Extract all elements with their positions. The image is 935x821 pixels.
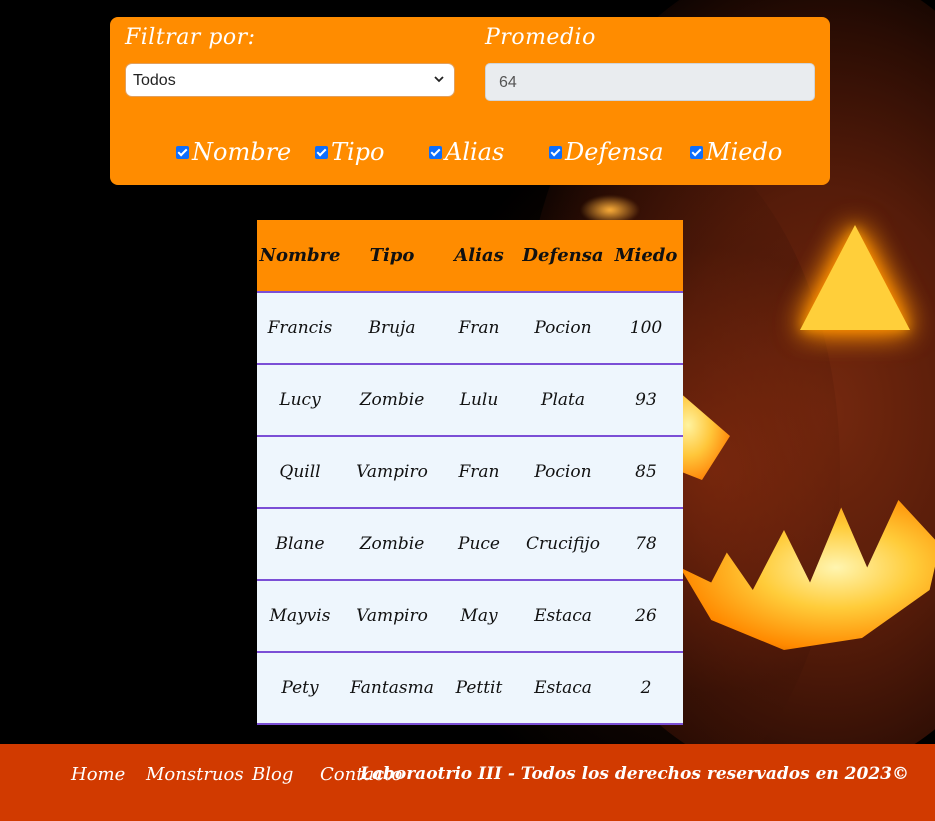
toggle-nombre[interactable]: Nombre [176, 135, 291, 169]
cell-alias: Pettit [441, 652, 517, 725]
cell-defensa: Estaca [517, 580, 609, 653]
cell-miedo: 100 [609, 292, 683, 365]
cell-defensa: Estaca [517, 652, 609, 725]
average-label: Promedio [485, 25, 596, 50]
cell-nombre: Mayvis [257, 580, 343, 653]
footer: Home Monstruos Blog Contacto Laboraotrio… [0, 744, 935, 821]
header-miedo: Miedo [609, 220, 683, 293]
cell-nombre: Blane [257, 508, 343, 581]
cell-defensa: Pocion [517, 436, 609, 509]
cell-tipo: Zombie [343, 508, 441, 581]
footer-link-blog[interactable]: Blog [252, 764, 293, 785]
cell-miedo: 78 [609, 508, 683, 581]
toggle-miedo[interactable]: Miedo [690, 135, 782, 169]
checkbox-tipo[interactable] [315, 145, 328, 159]
cell-miedo: 26 [609, 580, 683, 653]
cell-miedo: 93 [609, 364, 683, 437]
filter-label: Filtrar por: [125, 25, 256, 50]
toggle-alias[interactable]: Alias [429, 135, 504, 169]
cell-tipo: Vampiro [343, 436, 441, 509]
toggle-defensa[interactable]: Defensa [549, 135, 664, 169]
average-value: 64 [499, 74, 517, 91]
pumpkin-right-eye [800, 225, 910, 330]
header-alias: Alias [441, 220, 517, 293]
cell-alias: Fran [441, 292, 517, 365]
cell-alias: May [441, 580, 517, 653]
footer-copyright: Laboraotrio III - Todos los derechos res… [360, 764, 909, 784]
checkbox-nombre[interactable] [176, 145, 189, 159]
checkbox-defensa[interactable] [549, 145, 562, 159]
toggle-miedo-label: Miedo [706, 138, 783, 166]
cell-defensa: Pocion [517, 292, 609, 365]
cell-tipo: Fantasma [343, 652, 441, 725]
filter-select-value: Todos [133, 72, 176, 89]
table-row: Quill Vampiro Fran Pocion 85 [257, 436, 683, 509]
average-field[interactable]: 64 [485, 63, 815, 101]
table-row: Pety Fantasma Pettit Estaca 2 [257, 652, 683, 725]
footer-link-home[interactable]: Home [71, 764, 125, 785]
cell-defensa: Crucifijo [517, 508, 609, 581]
checkbox-alias[interactable] [429, 145, 442, 159]
filter-panel: Filtrar por: Promedio Todos 64 Nombre Ti… [110, 17, 830, 185]
cell-defensa: Plata [517, 364, 609, 437]
table-row: Blane Zombie Puce Crucifijo 78 [257, 508, 683, 581]
toggle-tipo[interactable]: Tipo [315, 135, 385, 169]
cell-nombre: Pety [257, 652, 343, 725]
column-toggle-row: Nombre Tipo Alias Defensa Miedo [110, 135, 830, 169]
cell-nombre: Francis [257, 292, 343, 365]
table-row: Lucy Zombie Lulu Plata 93 [257, 364, 683, 437]
toggle-alias-label: Alias [445, 138, 505, 166]
header-tipo: Tipo [343, 220, 441, 293]
chevron-down-icon [434, 76, 444, 83]
header-defensa: Defensa [517, 220, 609, 293]
monsters-table: Nombre Tipo Alias Defensa Miedo Francis … [257, 220, 683, 725]
cell-nombre: Lucy [257, 364, 343, 437]
header-nombre: Nombre [257, 220, 343, 293]
filter-select[interactable]: Todos [125, 63, 455, 97]
toggle-tipo-label: Tipo [331, 138, 385, 166]
cell-alias: Puce [441, 508, 517, 581]
toggle-defensa-label: Defensa [565, 138, 664, 166]
cell-miedo: 85 [609, 436, 683, 509]
cell-miedo: 2 [609, 652, 683, 725]
footer-link-monstruos[interactable]: Monstruos [146, 764, 244, 785]
table-row: Francis Bruja Fran Pocion 100 [257, 292, 683, 365]
cell-alias: Lulu [441, 364, 517, 437]
toggle-nombre-label: Nombre [192, 138, 292, 166]
cell-nombre: Quill [257, 436, 343, 509]
table-header-row: Nombre Tipo Alias Defensa Miedo [257, 220, 683, 293]
table-row: Mayvis Vampiro May Estaca 26 [257, 580, 683, 653]
checkbox-miedo[interactable] [690, 145, 703, 159]
page: Filtrar por: Promedio Todos 64 Nombre Ti… [0, 0, 935, 821]
cell-tipo: Vampiro [343, 580, 441, 653]
cell-alias: Fran [441, 436, 517, 509]
cell-tipo: Zombie [343, 364, 441, 437]
cell-tipo: Bruja [343, 292, 441, 365]
